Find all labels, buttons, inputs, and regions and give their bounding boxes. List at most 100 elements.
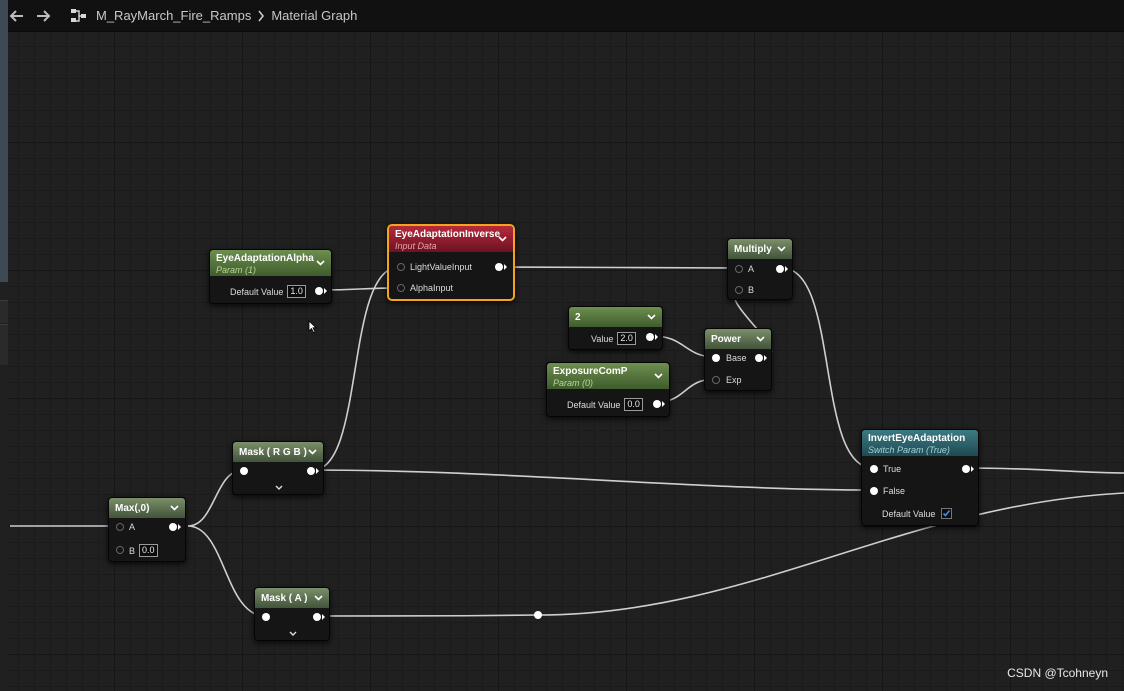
- node-title: EyeAdaptationInverse: [395, 229, 501, 240]
- node-mask-rgb[interactable]: Mask ( R G B ): [232, 441, 324, 495]
- node-header[interactable]: EyeAdaptationAlpha Param (1): [210, 250, 331, 276]
- node-header[interactable]: Power: [705, 329, 771, 349]
- pin-label: False: [883, 486, 906, 496]
- breadcrumb-bar: M_RayMarch_Fire_Ramps Material Graph: [0, 0, 1124, 32]
- default-value-checkbox[interactable]: [941, 508, 953, 519]
- arrow-right-icon: [37, 9, 51, 22]
- input-pin[interactable]: [116, 523, 124, 531]
- node-title: EyeAdaptationAlpha: [216, 253, 314, 264]
- node-title: Mask ( A ): [261, 592, 308, 604]
- chevron-down-icon[interactable]: [777, 246, 786, 252]
- output-pin[interactable]: [315, 287, 323, 295]
- left-panel-edge[interactable]: [0, 0, 8, 282]
- chevron-down-icon[interactable]: [316, 260, 325, 266]
- node-title: ExposureComP: [553, 366, 628, 377]
- pin-label: B: [129, 545, 136, 556]
- chevron-down-icon[interactable]: [170, 505, 179, 511]
- pin-row: LightValueInput: [410, 262, 472, 272]
- node-title: Multiply: [734, 243, 772, 255]
- chevron-down-icon[interactable]: [498, 236, 507, 242]
- input-pin[interactable]: [397, 263, 405, 271]
- expand-arrow-icon[interactable]: [289, 631, 297, 637]
- node-eye-adaptation-inverse[interactable]: EyeAdaptationInverse Input Data LightVal…: [387, 224, 515, 301]
- pin-row: True: [883, 464, 901, 474]
- node-subtitle: Switch Param (True): [868, 445, 950, 455]
- input-pin[interactable]: [712, 354, 720, 362]
- pin-row: False: [883, 486, 905, 496]
- default-value-field[interactable]: 0.0: [624, 398, 643, 411]
- pin-arrow-icon: [662, 401, 665, 407]
- node-eye-adaptation-alpha[interactable]: EyeAdaptationAlpha Param (1) Default Val…: [209, 249, 332, 304]
- node-max[interactable]: Max(,0) A B 0.0: [108, 497, 186, 562]
- node-header[interactable]: 2: [569, 307, 662, 327]
- node-multiply[interactable]: Multiply A B: [727, 238, 793, 300]
- value-field[interactable]: 2.0: [617, 332, 636, 345]
- output-pin[interactable]: [646, 333, 654, 341]
- default-value-field[interactable]: 1.0: [287, 285, 306, 298]
- pin-label: A: [748, 264, 755, 274]
- node-power[interactable]: Power Base Exp: [704, 328, 772, 391]
- node-header[interactable]: InvertEyeAdaptation Switch Param (True): [862, 430, 978, 456]
- pin-arrow-icon: [655, 334, 658, 340]
- node-constant[interactable]: 2 Value 2.0: [568, 306, 663, 350]
- node-subtitle: Param (0): [553, 378, 594, 388]
- pin-arrow-icon: [764, 355, 767, 361]
- node-subtitle: Input Data: [395, 241, 437, 251]
- input-pin[interactable]: [240, 467, 248, 475]
- node-header[interactable]: Multiply: [728, 239, 792, 259]
- output-pin[interactable]: [307, 467, 315, 475]
- chevron-down-icon[interactable]: [308, 449, 317, 455]
- pin-row: A: [129, 522, 135, 532]
- back-button[interactable]: [6, 5, 28, 27]
- output-pin[interactable]: [776, 265, 784, 273]
- output-pin[interactable]: [169, 523, 177, 531]
- output-pin[interactable]: [962, 465, 970, 473]
- chevron-down-icon[interactable]: [314, 595, 323, 601]
- b-value-field[interactable]: 0.0: [139, 544, 158, 557]
- breadcrumb-asset[interactable]: M_RayMarch_Fire_Ramps: [96, 8, 251, 23]
- input-pin[interactable]: [116, 546, 124, 554]
- pin-arrow-icon: [178, 524, 181, 530]
- node-header[interactable]: EyeAdaptationInverse Input Data: [389, 226, 513, 252]
- pin-row: Default Value 1.0: [230, 285, 306, 298]
- node-exposure-comp[interactable]: ExposureComP Param (0) Default Value 0.0: [546, 362, 670, 417]
- input-pin[interactable]: [712, 376, 720, 384]
- input-pin[interactable]: [735, 265, 743, 273]
- pin-arrow-icon: [322, 614, 325, 620]
- forward-button[interactable]: [32, 5, 54, 27]
- pin-label: Default Value: [567, 399, 621, 410]
- input-pin[interactable]: [870, 487, 878, 495]
- input-pin[interactable]: [397, 284, 405, 292]
- output-pin[interactable]: [495, 263, 503, 271]
- node-invert-eye-adaptation[interactable]: InvertEyeAdaptation Switch Param (True) …: [861, 429, 979, 526]
- node-title: Power: [711, 333, 742, 345]
- pin-label: Exp: [726, 375, 742, 385]
- chevron-down-icon[interactable]: [647, 314, 656, 320]
- breadcrumb-current: Material Graph: [271, 8, 358, 23]
- left-panel-tab[interactable]: [0, 300, 8, 323]
- node-header[interactable]: Mask ( R G B ): [233, 442, 323, 462]
- pin-row: AlphaInput: [410, 283, 453, 293]
- output-pin[interactable]: [755, 354, 763, 362]
- chevron-down-icon[interactable]: [756, 336, 765, 342]
- arrow-left-icon: [9, 9, 23, 22]
- node-header[interactable]: Mask ( A ): [255, 588, 329, 608]
- reroute-node[interactable]: [534, 611, 542, 619]
- left-panel-tab[interactable]: [0, 324, 8, 365]
- pin-arrow-icon: [971, 466, 974, 472]
- input-pin[interactable]: [870, 465, 878, 473]
- node-mask-a[interactable]: Mask ( A ): [254, 587, 330, 641]
- pin-label: Default Value: [882, 508, 936, 519]
- chevron-right-icon: [258, 10, 265, 21]
- node-title: 2: [575, 311, 581, 323]
- node-header[interactable]: ExposureComP Param (0): [547, 363, 669, 389]
- output-pin[interactable]: [653, 400, 661, 408]
- expand-arrow-icon[interactable]: [275, 485, 283, 491]
- input-pin[interactable]: [735, 286, 743, 294]
- output-pin[interactable]: [313, 613, 321, 621]
- node-header[interactable]: Max(,0): [109, 498, 185, 518]
- pin-row: A: [748, 264, 754, 274]
- input-pin[interactable]: [262, 613, 270, 621]
- chevron-down-icon[interactable]: [654, 373, 663, 379]
- node-title: Mask ( R G B ): [239, 446, 307, 458]
